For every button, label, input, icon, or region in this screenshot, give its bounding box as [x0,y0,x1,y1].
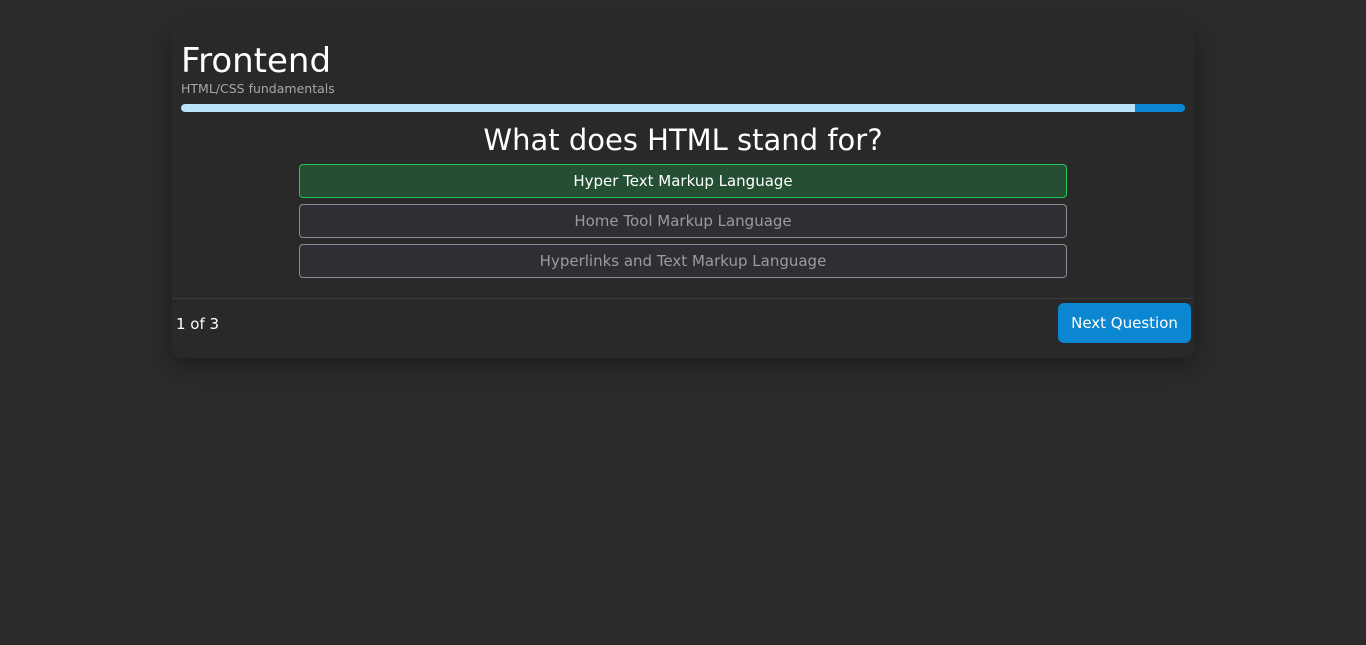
answer-option-2[interactable]: Home Tool Markup Language [299,204,1067,238]
answer-options: Hyper Text Markup Language Home Tool Mar… [299,164,1067,284]
next-question-button[interactable]: Next Question [1058,303,1191,343]
quiz-subtitle: HTML/CSS fundamentals [181,81,335,96]
answer-option-3[interactable]: Hyperlinks and Text Markup Language [299,244,1067,278]
quiz-title: Frontend [181,41,332,81]
question-counter: 1 of 3 [176,315,220,333]
progress-bar [181,104,1185,112]
footer-divider [172,298,1194,299]
answer-option-1[interactable]: Hyper Text Markup Language [299,164,1067,198]
quiz-card: Frontend HTML/CSS fundamentals What does… [172,25,1194,358]
progress-fill [181,104,1135,112]
question-text: What does HTML stand for? [483,123,883,157]
